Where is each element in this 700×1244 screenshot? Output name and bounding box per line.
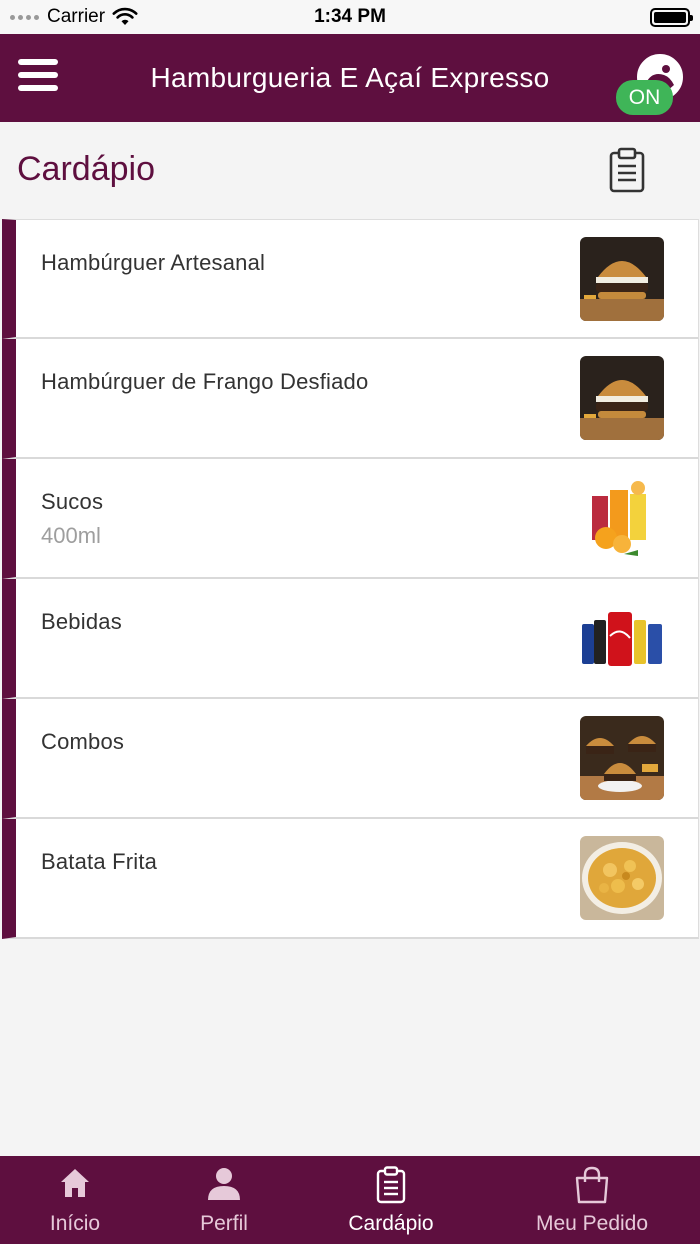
status-bar: Carrier 1:34 PM: [0, 0, 700, 34]
fries-image-icon: [580, 836, 664, 920]
burger-image-icon: [580, 237, 664, 321]
tab-perfil[interactable]: Perfil: [150, 1156, 298, 1244]
clipboard-icon[interactable]: [606, 147, 648, 193]
person-icon: [208, 1168, 240, 1200]
tab-cardapio[interactable]: Cardápio: [298, 1156, 484, 1244]
menu-item-sucos[interactable]: Sucos 400ml: [2, 459, 699, 579]
status-badge[interactable]: ON: [616, 80, 673, 115]
juice-image-icon: [580, 476, 664, 560]
item-name: Batata Frita: [41, 849, 158, 874]
store-title: Hamburgueria E Açaí Expresso: [150, 62, 550, 93]
combo-image-icon: [580, 716, 664, 800]
app-header: Hamburgueria E Açaí Expresso ON: [0, 34, 700, 122]
page-title: Cardápio: [17, 150, 155, 188]
menu-item-hamburguer-frango[interactable]: Hambúrguer de Frango Desfiado: [2, 339, 699, 459]
menu-item-bebidas[interactable]: Bebidas: [2, 579, 699, 699]
clipboard-icon: [376, 1166, 406, 1204]
item-name: Hambúrguer Artesanal: [41, 250, 266, 275]
menu-item-batata-frita[interactable]: Batata Frita: [2, 819, 699, 939]
menu-list: Hambúrguer Artesanal Hambúrguer de Frang…: [2, 219, 699, 939]
home-icon: [61, 1169, 89, 1197]
tab-label: Perfil: [200, 1212, 248, 1235]
tab-inicio[interactable]: Início: [0, 1156, 150, 1244]
shopping-bag-icon: [575, 1166, 609, 1204]
tab-label: Meu Pedido: [535, 1212, 649, 1235]
tab-bar: Início Perfil Cardápio Meu Pedido: [0, 1156, 700, 1244]
menu-item-combos[interactable]: Combos: [2, 699, 699, 819]
item-description: 400ml: [41, 523, 101, 548]
item-name: Hambúrguer de Frango Desfiado: [41, 369, 369, 394]
item-name: Sucos: [41, 489, 104, 514]
tab-label: Início: [49, 1212, 101, 1235]
clock: 1:34 PM: [314, 6, 386, 27]
soda-cans-image-icon: [580, 596, 664, 680]
burger-image-icon: [580, 356, 664, 440]
item-name: Combos: [41, 729, 125, 754]
tab-meu-pedido[interactable]: Meu Pedido: [484, 1156, 700, 1244]
menu-item-hamburguer-artesanal[interactable]: Hambúrguer Artesanal: [2, 219, 699, 339]
tab-label: Cardápio: [348, 1212, 434, 1235]
item-name: Bebidas: [41, 609, 122, 634]
battery-icon: [650, 8, 693, 27]
